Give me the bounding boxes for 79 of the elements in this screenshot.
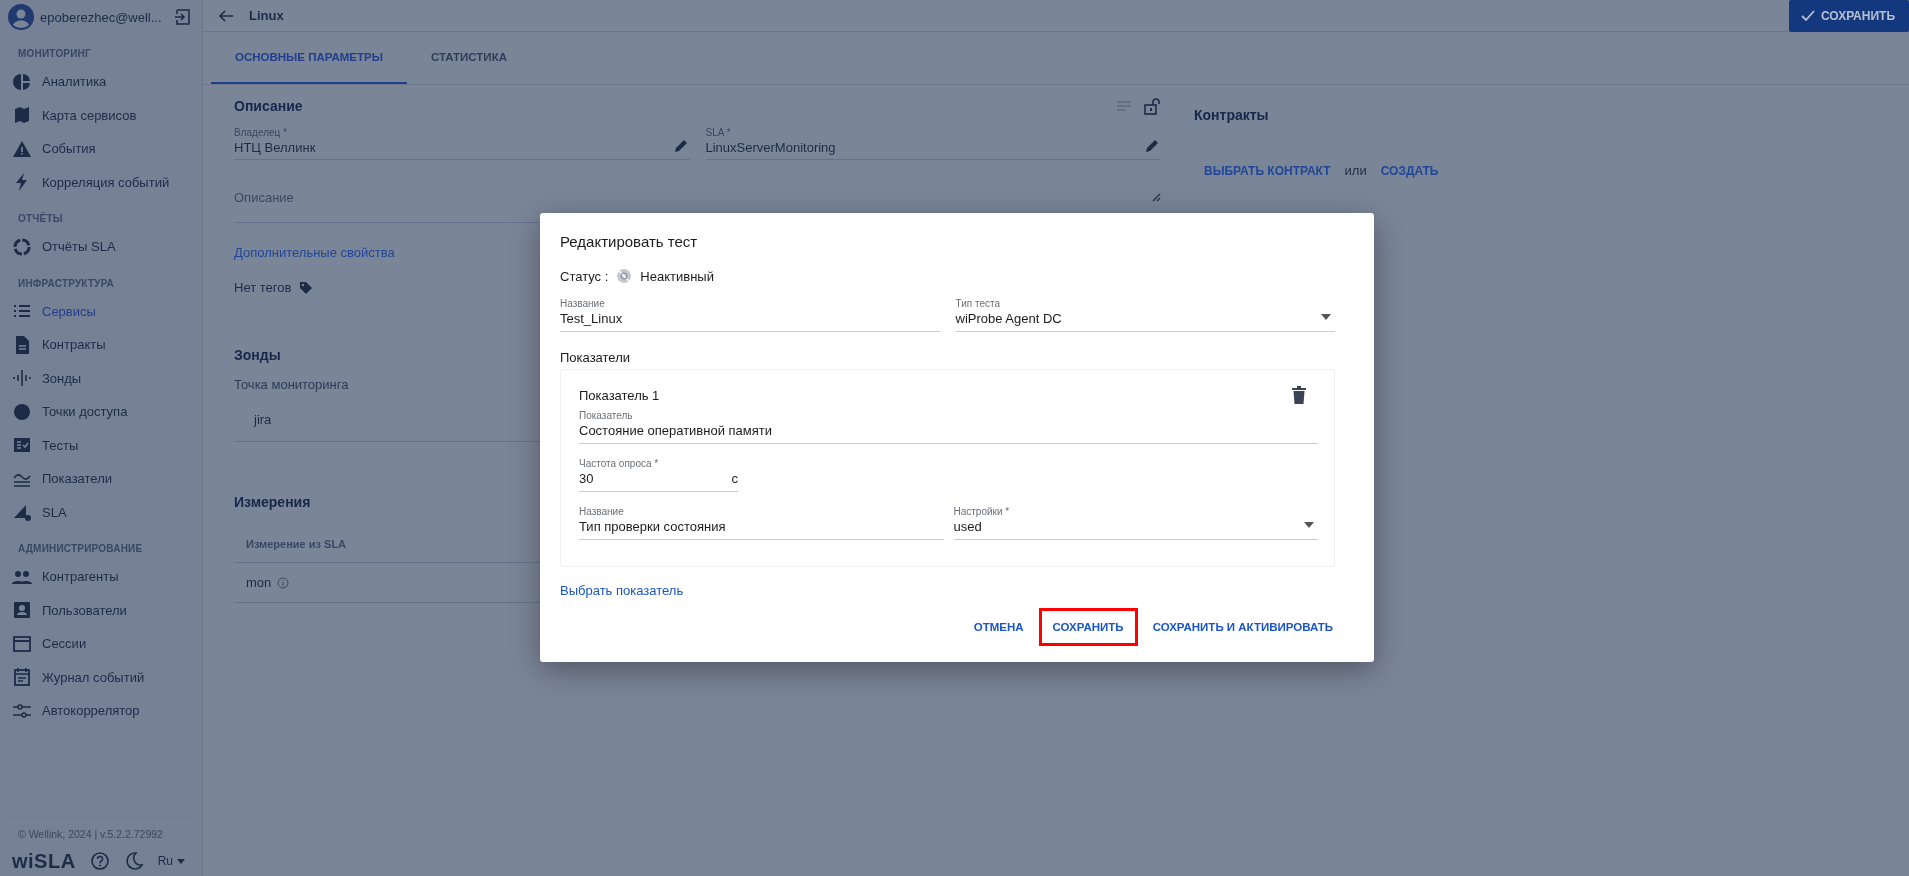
sidebar-item[interactable]: Корреляция событий: [8, 165, 192, 199]
sidebar-item[interactable]: Аналитика: [8, 65, 192, 99]
status-value: Неактивный: [640, 268, 714, 284]
sidebar-item[interactable]: Сервисы: [8, 294, 192, 328]
sidebar-item[interactable]: SLA: [8, 495, 192, 529]
metrics-heading: Показатели: [560, 350, 631, 365]
param-name-field[interactable]: Название Тип проверки состояния: [579, 506, 944, 540]
avatar-icon: [8, 4, 34, 30]
window-icon: [12, 633, 32, 654]
test-type-select[interactable]: Тип теста wiProbe Agent DC: [955, 298, 1335, 332]
section-heading: АДМИНИСТРИРОВАНИЕ: [17, 542, 144, 556]
sidebar-item[interactable]: Отчёты SLA: [8, 230, 192, 264]
metric-field[interactable]: Показатель Состояние оперативной памяти: [579, 410, 1318, 444]
text-field[interactable]: Владелец * НТЦ Веллинк: [234, 127, 690, 160]
or-text: или: [1344, 163, 1367, 178]
choose-contract-button[interactable]: ВЫБРАТЬ КОНТРАКТ: [1204, 163, 1331, 178]
choose-metric-link[interactable]: Выбрать показатель: [560, 583, 684, 598]
create-button[interactable]: СОЗДАТЬ: [1380, 163, 1439, 178]
sidebar-item[interactable]: Контракты: [8, 328, 192, 362]
section-title: Описание: [234, 98, 303, 114]
sidebar-item[interactable]: Тесты: [8, 428, 192, 462]
sidebar-item[interactable]: Автокоррелятор: [8, 694, 192, 728]
dialog-action-button[interactable]: ОТМЕНА: [962, 608, 1035, 646]
sidebar-item[interactable]: Пользователи: [8, 593, 192, 627]
sidebar-item[interactable]: Точки доступа: [8, 395, 192, 429]
dialog-title: Редактировать тест: [560, 233, 699, 250]
pie-icon: [12, 71, 32, 92]
sidebar-item[interactable]: Зонды: [8, 361, 192, 395]
dialog-action-button[interactable]: СОХРАНИТЬ: [1038, 608, 1138, 646]
caret-icon: [1321, 314, 1331, 320]
user-email: epoberezhec@well...: [40, 9, 163, 25]
caret-icon: [176, 858, 185, 864]
section-title: Контракты: [1194, 107, 1270, 123]
wave-icon: [12, 368, 32, 389]
caret-icon: [1304, 522, 1314, 528]
settings-select[interactable]: Настройки * used: [953, 506, 1318, 540]
page-title: Linux: [249, 8, 285, 23]
help-icon[interactable]: [89, 851, 110, 871]
map-icon: [12, 105, 32, 126]
logout-icon[interactable]: [174, 8, 192, 26]
inactive-status-icon: [616, 268, 633, 284]
pencil-icon[interactable]: [1143, 137, 1161, 155]
status-label: Статус :: [560, 268, 609, 284]
section-heading: МОНИТОРИНГ: [17, 47, 92, 61]
section-title: Измерения: [234, 494, 311, 510]
table-cell: mon: [246, 575, 272, 590]
moon-icon[interactable]: [123, 851, 144, 871]
dialog-action-button[interactable]: СОХРАНИТЬ И АКТИВИРОВАТЬ: [1141, 608, 1344, 646]
trash-icon[interactable]: [1292, 386, 1306, 404]
donut-icon: [12, 236, 32, 257]
sidebar-item[interactable]: Журнал событий: [8, 660, 192, 694]
sidebar-item[interactable]: Контрагенты: [8, 560, 192, 594]
metric-title: Показатель 1: [579, 387, 660, 403]
text-field[interactable]: SLA * LinuxServerMonitoring: [705, 127, 1161, 160]
tab[interactable]: ОСНОВНЫЕ ПАРАМЕТРЫ: [211, 32, 407, 84]
save-button[interactable]: СОХРАНИТЬ: [1788, 0, 1909, 32]
dot-icon: [12, 401, 32, 422]
resize-handle-icon[interactable]: [1151, 192, 1161, 202]
language-select[interactable]: Ru: [157, 854, 185, 868]
unlock-icon[interactable]: [1143, 97, 1161, 115]
sidebar-item[interactable]: События: [8, 132, 192, 166]
subsection-title: Точка мониторинга: [234, 377, 349, 392]
sidebar-item[interactable]: Карта сервисов: [8, 98, 192, 132]
logo: wiSLA: [12, 849, 76, 873]
name-field[interactable]: Название Test_Linux: [560, 298, 940, 332]
sidebar-item[interactable]: Показатели: [8, 462, 192, 496]
tag-icon[interactable]: [299, 280, 314, 295]
frequency-field[interactable]: Частота опроса * 30 с: [579, 458, 738, 492]
section-heading: ОТЧЁТЫ: [17, 211, 64, 226]
tab[interactable]: СТАТИСТИКА: [407, 32, 531, 84]
section-title: Зонды: [234, 347, 281, 363]
copyright-text: © Wellink, 2024 | v.5.2.2.72992: [8, 817, 192, 846]
no-tags-text: Нет тегов: [234, 280, 292, 295]
section-heading: ИНФРАСТРУКТУРА: [17, 276, 116, 291]
check-icon: [1800, 10, 1815, 22]
calendar-icon: [12, 667, 32, 688]
user-card-icon: [12, 600, 32, 621]
additional-properties-link[interactable]: Дополнительные свойства: [234, 245, 395, 260]
sidebar-item[interactable]: Сессии: [8, 627, 192, 661]
